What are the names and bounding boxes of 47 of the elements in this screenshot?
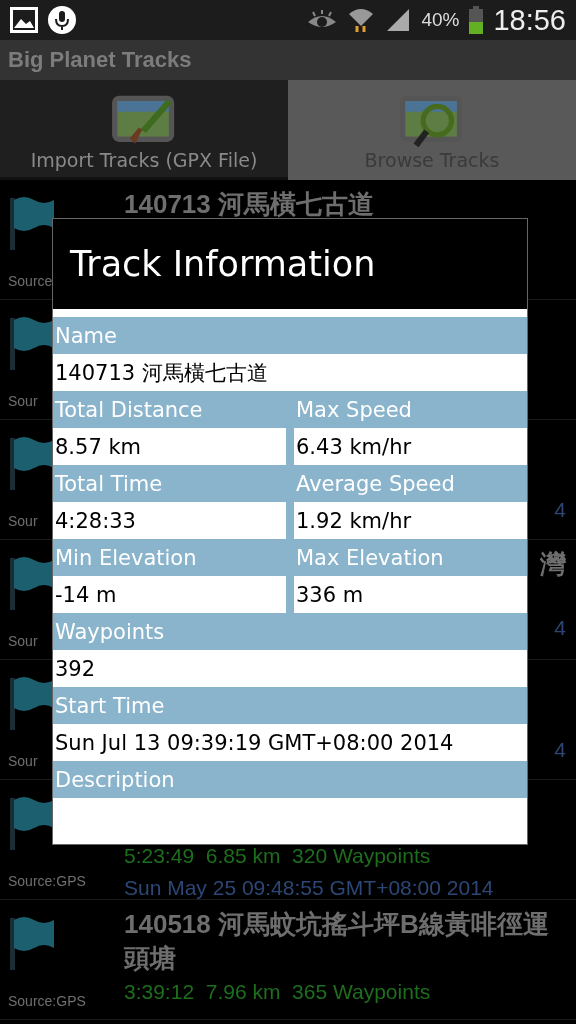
track-source: Sour (8, 393, 38, 409)
field-label: Max Speed (296, 397, 412, 422)
track-title: 140518 河馬蚊坑搖斗坪B線黃啡徑運頭塘 (124, 908, 550, 975)
field-value: 1.92 km/hr (294, 502, 527, 539)
flag-icon (8, 194, 56, 252)
field-label: Min Elevation (55, 545, 197, 570)
track-source: Sour (8, 513, 38, 529)
field-label: Name (55, 323, 117, 348)
track-source: Sour (8, 633, 38, 649)
field-value: 140713 河馬橫七古道 (53, 354, 527, 391)
microphone-icon (48, 6, 76, 34)
field-value: 4:28:33 (53, 502, 286, 539)
track-date: Sun May 25 09:48:55 GMT+08:00 2014 (124, 874, 494, 901)
field-label: Average Speed (296, 471, 455, 496)
field-value: 336 m (294, 576, 527, 613)
flag-icon (8, 914, 56, 972)
track-date: 4 (554, 737, 566, 763)
field-value: 392 (53, 650, 527, 687)
signal-icon (385, 7, 412, 33)
track-title: 140713 河馬橫七古道 (124, 188, 374, 221)
track-stats: 5:23:49 6.85 km 320 Waypoints (124, 843, 431, 869)
wifi-icon (347, 6, 376, 34)
tab[interactable]: Import Tracks (GPX File) (0, 80, 288, 180)
field-label: Start Time (55, 693, 165, 718)
field-value: 6.43 km/hr (294, 428, 527, 465)
battery-percentage: 40% (421, 9, 460, 31)
track-stats: 3:39:12 7.96 km 365 Waypoints (124, 978, 431, 1005)
field-value: -14 m (53, 576, 286, 613)
clock: 18:56 (493, 3, 566, 37)
field-value: Sun Jul 13 09:39:19 GMT+08:00 2014 (53, 724, 527, 761)
track-date: 4 (554, 497, 566, 523)
field-label: Waypoints (55, 619, 165, 644)
field-label: Description (55, 767, 175, 792)
dialog-title: Track Information (70, 244, 376, 284)
track-source: Sour (8, 753, 38, 769)
battery-icon (469, 6, 484, 34)
field-label: Max Elevation (296, 545, 444, 570)
track-title: 灣 (540, 548, 566, 581)
field-label: Total Distance (55, 397, 203, 422)
picture-icon (10, 7, 38, 33)
track-date: 4 (554, 614, 566, 641)
app-title: Big Planet Tracks (8, 47, 192, 73)
track-source: Source:GPS (8, 993, 86, 1009)
track-source: Source:GPS (8, 873, 86, 889)
field-value: 8.57 km (53, 428, 286, 465)
track-source: Source (8, 273, 53, 289)
field-label: Total Time (55, 471, 163, 496)
